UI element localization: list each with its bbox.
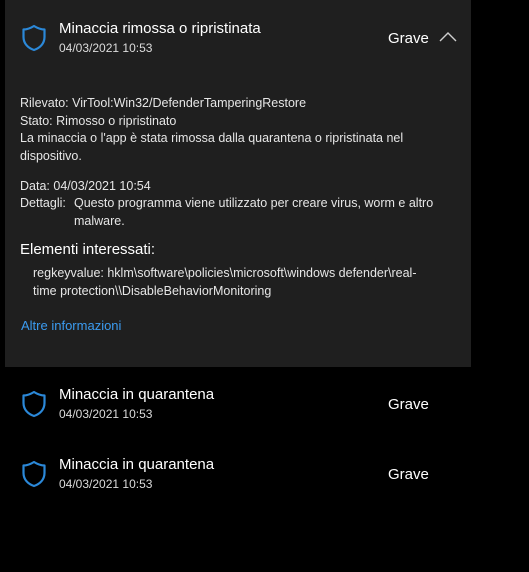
data-label: Data: <box>20 179 50 193</box>
details-label: Dettagli: <box>20 196 66 210</box>
severity-label: Grave <box>388 466 429 483</box>
threat-title: Minaccia rimossa o ripristinata <box>59 20 261 37</box>
affected-item-line-1: regkeyvalue: hklm\software\policies\micr… <box>33 266 417 280</box>
threat-title: Minaccia in quarantena <box>59 456 215 473</box>
shield-icon <box>22 460 46 488</box>
threat-date: 04/03/2021 10:53 <box>59 477 153 491</box>
threat-date: 04/03/2021 10:53 <box>59 407 153 421</box>
data-value: 04/03/2021 10:54 <box>53 179 151 193</box>
shield-icon <box>22 390 46 418</box>
description-line-2: dispositivo. <box>20 149 82 163</box>
status-label: Stato: <box>20 114 53 128</box>
details-line-2: malware. <box>74 214 125 228</box>
data-row: Data: 04/03/2021 10:54 <box>20 177 151 195</box>
affected-items-heading: Elementi interessati: <box>20 241 156 258</box>
severity-label: Grave <box>388 396 429 413</box>
details-line-1: Questo programma viene utilizzato per cr… <box>74 196 434 210</box>
detected-label: Rilevato: <box>20 96 69 110</box>
status-value: Rimosso o ripristinato <box>56 114 177 128</box>
threat-title: Minaccia in quarantena <box>59 386 215 403</box>
description-line-1: La minaccia o l'app è stata rimossa dall… <box>20 131 404 145</box>
detected-row: Rilevato: VirTool:Win32/DefenderTamperin… <box>20 94 306 112</box>
status-row: Stato: Rimosso o ripristinato <box>20 112 176 130</box>
affected-item-line-2: time protection\\DisableBehaviorMonitori… <box>33 284 272 298</box>
threat-item-collapsed[interactable]: Minaccia in quarantena 04/03/2021 10:53 … <box>0 445 471 505</box>
severity-label: Grave <box>388 30 429 47</box>
chevron-up-icon[interactable] <box>438 30 458 44</box>
threat-date: 04/03/2021 10:53 <box>59 41 153 55</box>
shield-icon <box>22 24 46 52</box>
threat-item-collapsed[interactable]: Minaccia in quarantena 04/03/2021 10:53 … <box>0 375 471 435</box>
threat-header-expanded[interactable]: Minaccia rimossa o ripristinata 04/03/20… <box>0 0 471 60</box>
detected-value: VirTool:Win32/DefenderTamperingRestore <box>72 96 307 110</box>
more-info-link[interactable]: Altre informazioni <box>21 318 121 333</box>
